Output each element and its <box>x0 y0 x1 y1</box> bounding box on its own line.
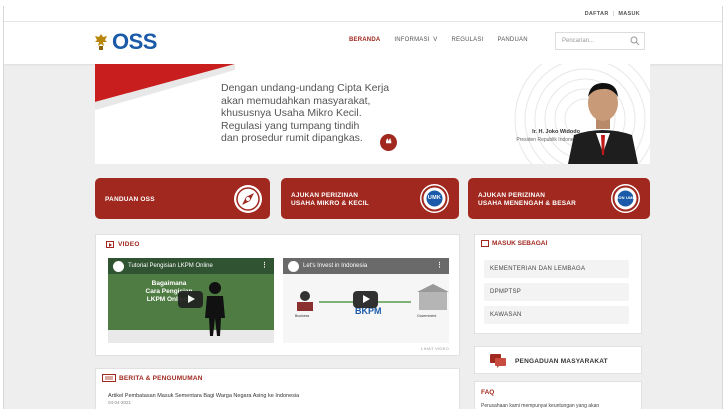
news-item-link[interactable]: Artikel Pembatasan Masuk Sementara Bagi … <box>108 393 299 399</box>
daftar-link[interactable]: DAFTAR <box>585 11 609 17</box>
oss-logo-text: OSS <box>112 29 157 54</box>
nav-informasi[interactable]: INFORMASI V <box>394 37 437 43</box>
perizinan-non-umk-card[interactable]: AJUKAN PERIZINAN USAHA MENENGAH & BESAR … <box>468 178 650 219</box>
page: DAFTAR | MASUK OSS BERANDA INFORMASI V R… <box>3 6 723 409</box>
search-placeholder: Pencarian... <box>562 38 595 44</box>
overlay-line: Bagaimana <box>151 280 187 287</box>
quote-line: Dengan undang-undang Cipta Kerja <box>221 82 390 94</box>
card-label: AJUKAN PERIZINAN USAHA MENENGAH & BESAR <box>478 192 576 208</box>
action-cards: PANDUAN OSS AJUKAN PERIZINAN USAHA MIKRO… <box>95 178 650 219</box>
top-utility-bar: DAFTAR | MASUK <box>4 6 722 22</box>
masuk-heading-text: MASUK SEBAGAI <box>492 240 548 247</box>
channel-avatar <box>113 261 124 272</box>
berita-section: BERITA & PENGUMUMAN Artikel Pembatasan M… <box>95 368 460 409</box>
more-vertical-icon[interactable]: ⋮ <box>436 262 443 269</box>
card-label-line: AJUKAN PERIZINAN <box>291 192 359 199</box>
video-thumbnail-invest[interactable]: Let's Invest in Indonesia ⋮ BKPM Busines… <box>283 258 449 343</box>
video-title: Let's Invest in Indonesia <box>303 263 368 269</box>
hero-banner: Dengan undang-undang Cipta Kerja akan me… <box>95 64 650 164</box>
video-title: Tutorial Pengisian LKPM Online <box>128 263 213 269</box>
search-icon[interactable] <box>630 36 640 46</box>
nav-beranda[interactable]: BERANDA <box>349 37 380 43</box>
quote-mark-icon: ❝ <box>380 134 397 151</box>
badge-text: NON UMK <box>615 195 636 200</box>
garuda-emblem-icon <box>95 34 107 50</box>
nav-regulasi[interactable]: REGULASI <box>451 37 483 43</box>
flag-ribbon-decoration <box>95 64 235 110</box>
main-navbar: OSS BERANDA INFORMASI V REGULASI PANDUAN… <box>4 22 722 64</box>
perizinan-umk-card[interactable]: AJUKAN PERIZINAN USAHA MIKRO & KECIL UMK <box>281 178 459 219</box>
faq-section: FAQ Perusahaan kami mempunyai keuntungan… <box>474 381 642 409</box>
newspaper-icon <box>102 374 116 382</box>
login-icon <box>481 240 489 247</box>
masuk-heading: MASUK SEBAGAI <box>481 240 547 247</box>
compass-icon <box>234 185 262 213</box>
video-thumbnail-lkpm[interactable]: Tutorial Pengisian LKPM Online ⋮ Bagaima… <box>108 258 274 343</box>
search-input[interactable]: Pencarian... <box>555 32 645 50</box>
berita-heading-text: BERITA & PENGUMUMAN <box>119 374 203 382</box>
video-heading-text: VIDEO <box>118 241 140 248</box>
government-caption: Government <box>417 314 437 318</box>
faq-question[interactable]: Perusahaan kami mempunyai keuntungan yan… <box>481 403 641 409</box>
complaint-icon <box>490 354 506 368</box>
nav-links: BERANDA INFORMASI V REGULASI PANDUAN <box>349 37 528 43</box>
more-vertical-icon[interactable]: ⋮ <box>261 262 268 269</box>
pengaduan-label: PENGADUAN MASYARAKAT <box>515 358 608 365</box>
masuk-sebagai-section: MASUK SEBAGAI KEMENTERIAN DAN LEMBAGA DP… <box>474 234 642 334</box>
video-icon <box>106 241 114 248</box>
quote-line: Regulasi yang tumpang tindih <box>221 119 360 132</box>
quote-line: khususnya Usaha Mikro Kecil. <box>221 107 362 119</box>
non-umk-badge: NON UMK <box>611 184 640 213</box>
login-dpmptsp-button[interactable]: DPMPTSP <box>484 283 629 301</box>
more-videos-link[interactable]: LIHAT VIDEO <box>421 346 449 351</box>
topbar-separator: | <box>612 10 615 17</box>
channel-avatar <box>288 261 299 272</box>
video-heading: VIDEO <box>106 241 140 248</box>
play-button[interactable] <box>178 291 203 308</box>
faq-heading: FAQ <box>481 389 495 396</box>
masuk-link[interactable]: MASUK <box>618 11 640 17</box>
card-label-line: USAHA MENENGAH & BESAR <box>478 200 577 207</box>
news-item-date: 04-04-2021 <box>108 400 132 405</box>
nav-informasi-label: INFORMASI <box>394 37 430 43</box>
card-label: PANDUAN OSS <box>105 196 155 203</box>
card-label-line: AJUKAN PERIZINAN <box>478 192 546 199</box>
login-kementerian-button[interactable]: KEMENTERIAN DAN LEMBAGA <box>484 260 629 278</box>
berita-heading: BERITA & PENGUMUMAN <box>102 374 203 382</box>
login-kawasan-button[interactable]: KAWASAN <box>484 306 629 324</box>
business-caption: Business <box>295 314 310 318</box>
card-label-line: USAHA MIKRO & KECIL <box>291 200 369 207</box>
chevron-down-icon: V <box>433 37 438 43</box>
play-button[interactable] <box>353 291 378 308</box>
pengaduan-button[interactable]: PENGADUAN MASYARAKAT <box>474 346 642 374</box>
card-label: AJUKAN PERIZINAN USAHA MIKRO & KECIL <box>291 192 369 208</box>
nav-panduan[interactable]: PANDUAN <box>497 37 527 43</box>
oss-logo[interactable]: OSS <box>94 29 157 54</box>
umk-badge: UMK <box>420 184 449 213</box>
panduan-oss-card[interactable]: PANDUAN OSS <box>95 178 270 219</box>
badge-text: UMK <box>427 195 442 201</box>
president-portrait <box>568 83 638 164</box>
video-section: VIDEO Tutorial Pengisian LKPM Online ⋮ B… <box>95 234 460 356</box>
quote-line: akan memudahkan masyarakat, <box>221 94 371 107</box>
